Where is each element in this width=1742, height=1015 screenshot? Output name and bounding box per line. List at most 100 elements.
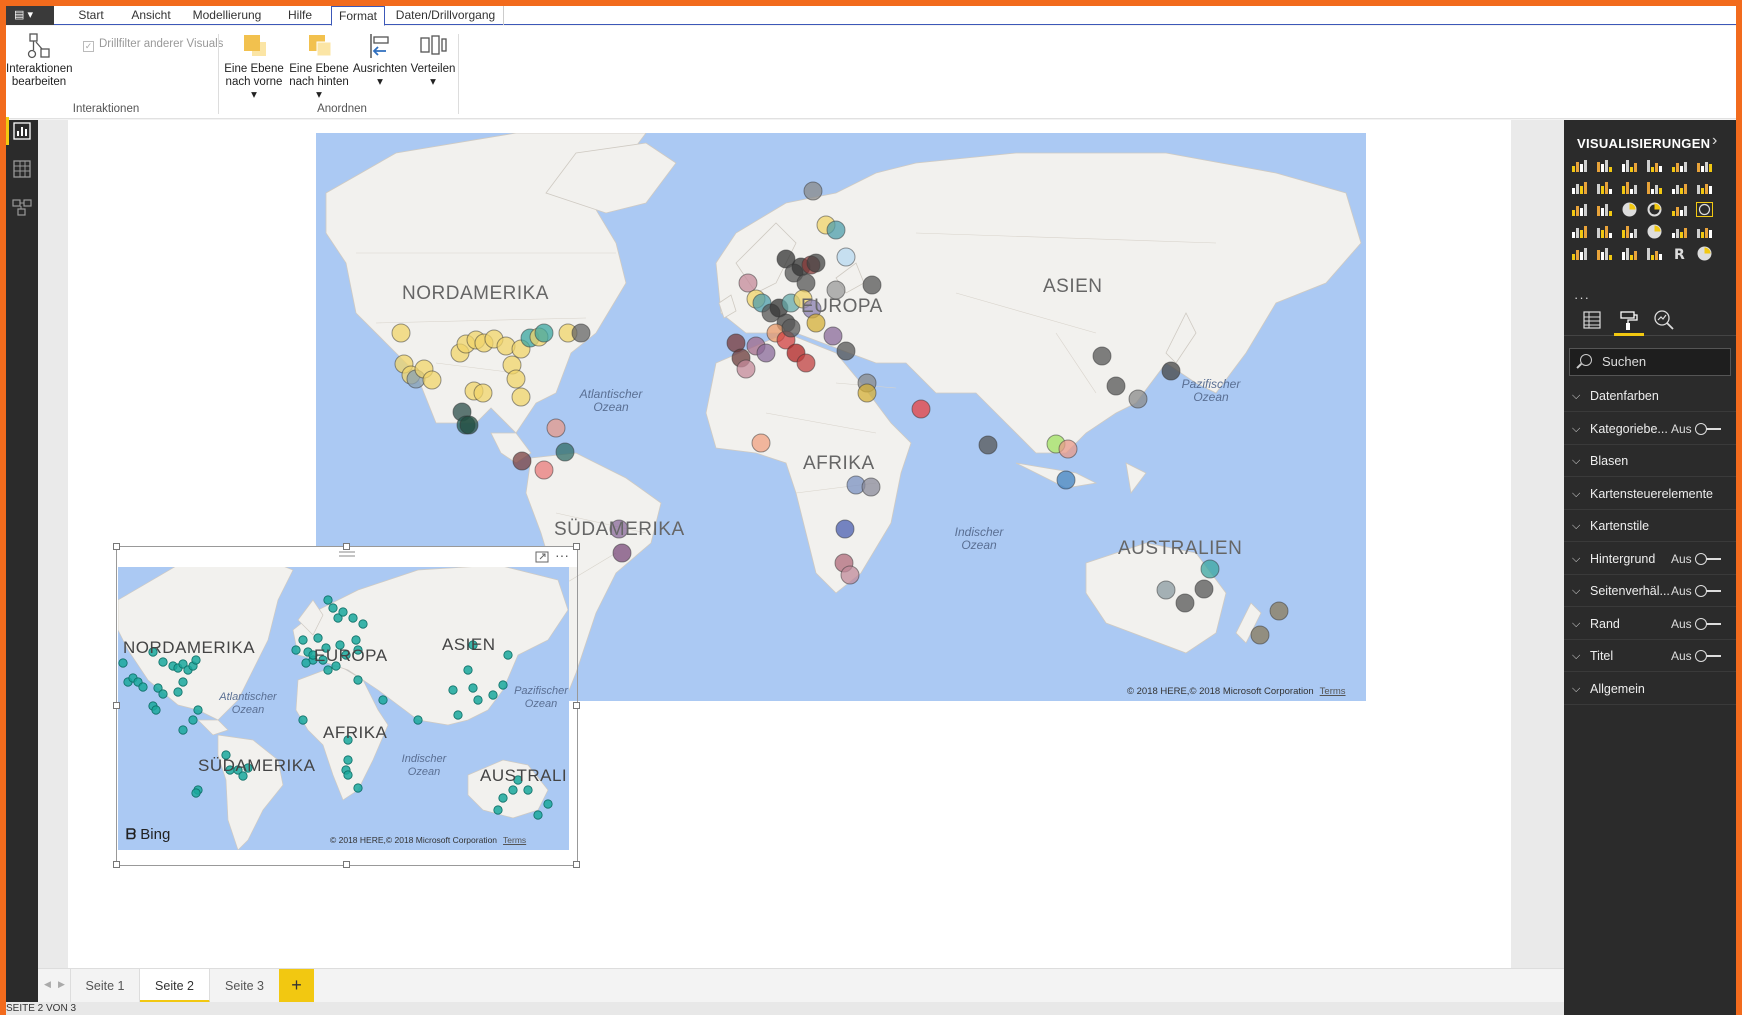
map-bubble[interactable] [473, 383, 493, 403]
stacked-column-icon[interactable] [1596, 158, 1613, 173]
map-bubble[interactable] [781, 318, 801, 338]
format-section[interactable]: ⌵ Kartenstile [1564, 510, 1736, 542]
clustered-column-icon[interactable] [1646, 158, 1663, 173]
tab-modellierung[interactable]: Modellierung [183, 6, 271, 25]
tab-ansicht[interactable]: Ansicht [121, 6, 181, 25]
map-bubble[interactable] [756, 343, 776, 363]
tab-format[interactable]: Format [331, 6, 385, 26]
waterfall-icon[interactable] [1571, 202, 1588, 217]
map-bubble[interactable] [1156, 580, 1176, 600]
report-view-button[interactable] [6, 117, 33, 145]
map-bubble[interactable] [534, 323, 554, 343]
map-bubble[interactable] [391, 323, 411, 343]
map-bubble[interactable] [1175, 593, 1195, 613]
toggle-switch[interactable] [1695, 552, 1721, 565]
stacked-area-icon[interactable] [1621, 180, 1638, 195]
align-button[interactable]: Ausrichten ▾ [352, 32, 408, 89]
pie-icon[interactable] [1621, 202, 1638, 217]
map-bubble[interactable] [803, 181, 823, 201]
format-section[interactable]: ⌵ Allgemein [1564, 673, 1736, 705]
filled-map-icon[interactable] [1571, 224, 1588, 239]
format-section[interactable]: ⌵ Datenfarben [1564, 380, 1736, 412]
map-bubble[interactable] [612, 543, 632, 563]
stacked-bar-icon[interactable] [1571, 158, 1588, 173]
format-tab[interactable] [1614, 308, 1644, 336]
slicer-icon[interactable] [1596, 246, 1613, 261]
ribbon-chart-icon[interactable] [1696, 180, 1713, 195]
fields-tab[interactable] [1580, 308, 1604, 332]
line-chart-icon[interactable] [1571, 180, 1588, 195]
format-section[interactable]: ⌵ Titel Aus [1564, 640, 1736, 672]
bring-forward-button[interactable]: Eine Ebene nach vorne ▾ [222, 32, 286, 102]
format-section[interactable]: ⌵ Kartensteuerelemente [1564, 478, 1736, 510]
resize-handle[interactable] [113, 861, 120, 868]
add-page-button[interactable]: + [279, 969, 314, 1003]
format-section[interactable]: ⌵ Seitenverhäl... Aus [1564, 575, 1736, 607]
toggle-switch[interactable] [1695, 585, 1721, 597]
resize-handle[interactable] [573, 543, 580, 550]
100-bar-icon[interactable] [1671, 158, 1688, 173]
map-bubble[interactable] [571, 323, 591, 343]
page-tab[interactable]: Seite 1 [70, 969, 140, 1003]
donut-icon[interactable] [1646, 202, 1663, 217]
map-bubble[interactable] [823, 326, 843, 346]
map-bubble[interactable] [861, 477, 881, 497]
tab-hilfe[interactable]: Hilfe [276, 6, 324, 25]
scroll-left-icon[interactable]: ◀ [44, 979, 51, 990]
map-bubble[interactable] [422, 370, 442, 390]
drag-handle-icon[interactable] [339, 551, 355, 557]
analytics-tab[interactable] [1652, 308, 1676, 332]
map-bubble[interactable] [506, 369, 526, 389]
distribute-button[interactable]: Verteilen ▾ [408, 32, 458, 89]
map-bubble[interactable] [459, 415, 479, 435]
map-bubble[interactable] [796, 273, 816, 293]
map-bubble[interactable] [1058, 439, 1078, 459]
map-bubble[interactable] [796, 353, 816, 373]
data-view-button[interactable] [11, 158, 33, 180]
line-clustered-icon[interactable] [1671, 180, 1688, 195]
map-bubble[interactable] [1056, 470, 1076, 490]
map-bubble[interactable] [1128, 389, 1148, 409]
visual-selection-frame[interactable]: ··· [113, 543, 580, 868]
resize-handle[interactable] [573, 861, 580, 868]
model-view-button[interactable] [11, 196, 33, 218]
shape-map-icon[interactable] [1596, 224, 1613, 239]
edit-interactions-button[interactable]: Interaktionen bearbeiten [6, 32, 73, 89]
map-bubble[interactable] [738, 273, 758, 293]
map-bubble[interactable] [1269, 601, 1289, 621]
globe-icon[interactable] [1696, 246, 1713, 261]
collapse-pane-icon[interactable]: › [1712, 132, 1717, 150]
map-bubble[interactable] [555, 442, 575, 462]
map-bubble[interactable] [1194, 579, 1214, 599]
more-visuals-button[interactable]: ··· [1574, 290, 1590, 305]
focus-mode-icon[interactable] [535, 551, 549, 563]
map-icon[interactable] [1696, 202, 1713, 217]
map-bubble[interactable] [1250, 625, 1270, 645]
resize-handle[interactable] [113, 702, 120, 709]
map-bubble[interactable] [512, 451, 532, 471]
map-bubble[interactable] [751, 433, 771, 453]
card-icon[interactable] [1671, 224, 1688, 239]
page-tab-active[interactable]: Seite 2 [140, 969, 210, 1003]
map-bubble[interactable] [736, 359, 756, 379]
map-bubble[interactable] [835, 519, 855, 539]
map-bubble[interactable] [534, 460, 554, 480]
scatter-icon[interactable] [1596, 202, 1613, 217]
resize-handle[interactable] [343, 543, 350, 550]
map-bubble[interactable] [836, 341, 856, 361]
format-section[interactable]: ⌵ Hintergrund Aus [1564, 543, 1736, 575]
map-bubble[interactable] [836, 247, 856, 267]
scroll-right-icon[interactable]: ▶ [58, 979, 65, 990]
map-bubble[interactable] [1092, 346, 1112, 366]
gauge-icon[interactable] [1646, 224, 1663, 239]
map-bubble[interactable] [978, 435, 998, 455]
page-tab[interactable]: Seite 3 [210, 969, 280, 1003]
funnel-icon[interactable] [1621, 224, 1638, 239]
tab-start[interactable]: Start [61, 6, 121, 25]
format-search-input[interactable]: Suchen [1569, 348, 1731, 376]
format-section[interactable]: ⌵ Kategoriebe... Aus [1564, 413, 1736, 445]
line-column-icon[interactable] [1646, 180, 1663, 195]
matrix-icon[interactable] [1646, 246, 1663, 261]
map-bubble[interactable] [840, 565, 860, 585]
file-menu-button[interactable]: ▤ ▾ [6, 6, 54, 25]
